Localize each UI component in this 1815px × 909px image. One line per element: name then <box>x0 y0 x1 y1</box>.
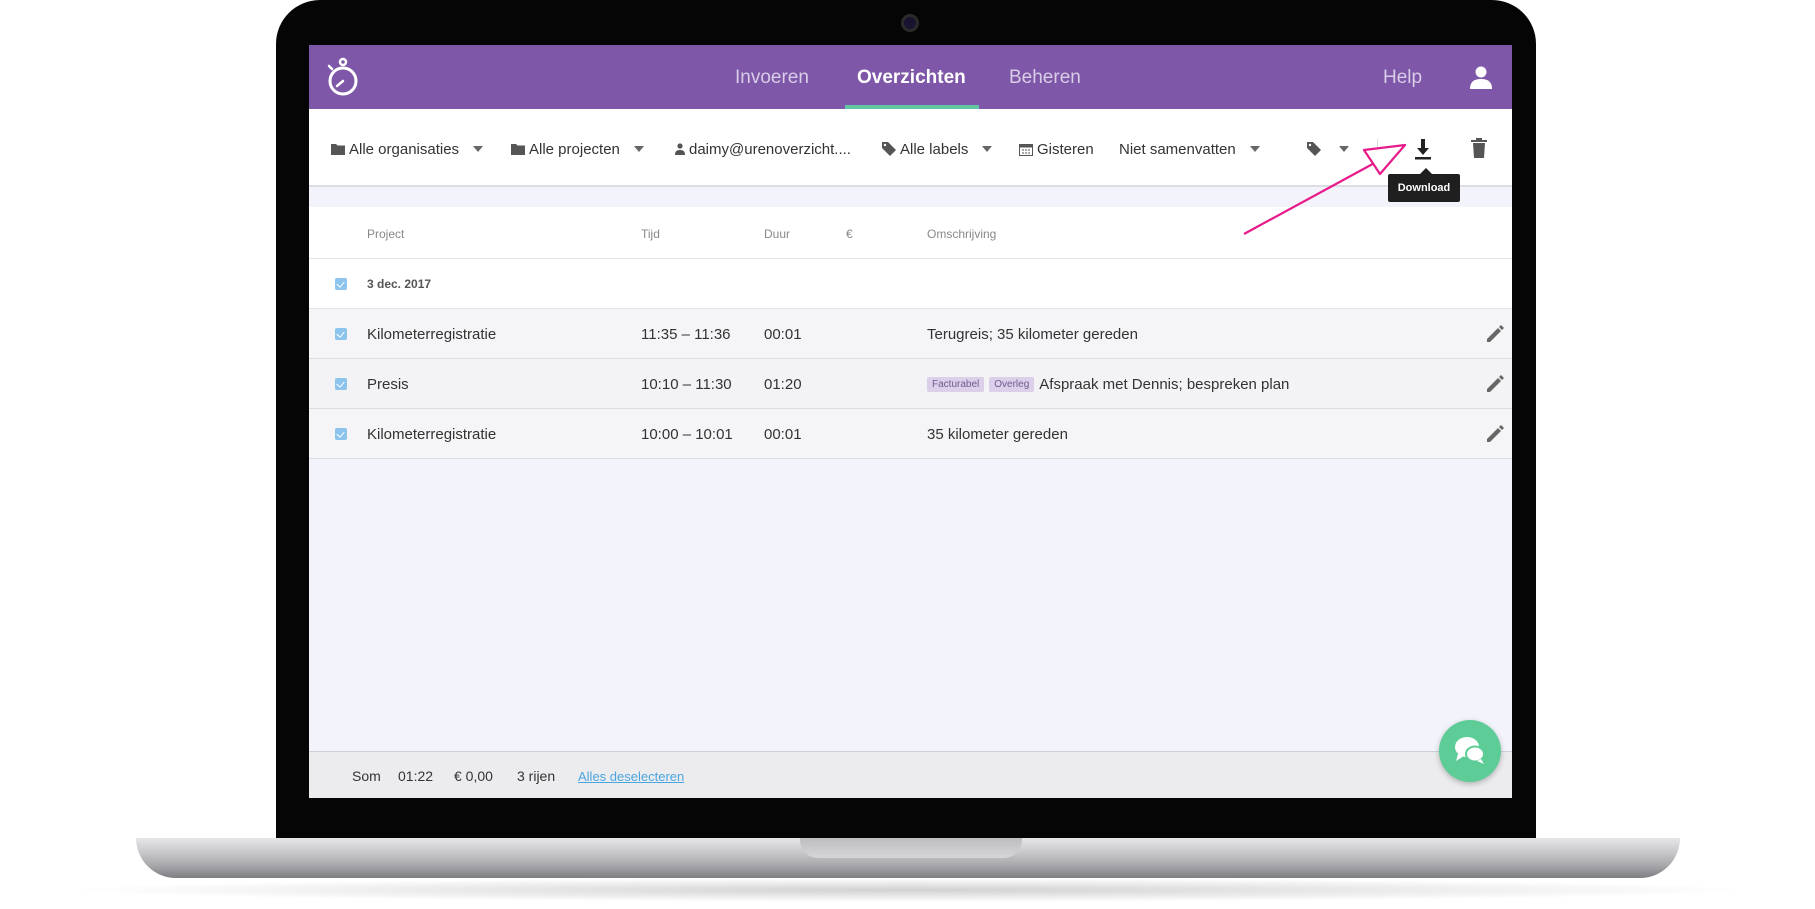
tab-beheren[interactable]: Beheren <box>1009 45 1081 109</box>
project-filter-label: Alle projecten <box>529 140 620 158</box>
summarize-select[interactable]: Niet samenvatten <box>1119 140 1260 158</box>
stopwatch-icon[interactable] <box>325 55 361 99</box>
help-link[interactable]: Help <box>1383 45 1422 109</box>
column-header-description[interactable]: Omschrijving <box>927 227 996 241</box>
annotation-arrow <box>1243 143 1407 235</box>
row-duration: 01:20 <box>764 376 802 393</box>
table-row[interactable]: Kilometerregistratie 11:35 – 11:36 00:01… <box>309 309 1512 359</box>
calendar-icon <box>1019 143 1033 156</box>
chat-button[interactable] <box>1439 720 1501 782</box>
date-filter[interactable]: Gisteren <box>1019 140 1094 158</box>
column-header-time[interactable]: Tijd <box>641 227 660 241</box>
summarize-label: Niet samenvatten <box>1119 140 1236 158</box>
user-icon <box>675 143 685 155</box>
date-group-row: 3 dec. 2017 <box>309 259 1512 309</box>
camera <box>901 14 919 32</box>
time-entries-table: Project Tijd Duur € Omschrijving 3 dec. … <box>309 207 1512 459</box>
summary-footer: Som 01:22 € 0,00 3 rijen Alles deselecte… <box>309 751 1512 798</box>
column-header-euro[interactable]: € <box>846 227 853 241</box>
pencil-icon[interactable] <box>1484 323 1506 345</box>
laptop-shadow <box>60 878 1760 902</box>
folder-icon <box>511 144 525 155</box>
row-description-cell: Facturabel Overleg Afspraak met Dennis; be… <box>927 376 1289 393</box>
total-amount: € 0,00 <box>454 768 493 784</box>
user-icon[interactable] <box>1469 65 1493 89</box>
pencil-icon[interactable] <box>1484 373 1506 395</box>
date-filter-label: Gisteren <box>1037 140 1094 158</box>
column-header-duration[interactable]: Duur <box>764 227 790 241</box>
tag-badge[interactable]: Overleg <box>989 377 1035 392</box>
deselect-all-link[interactable]: Alles deselecteren <box>578 769 684 784</box>
tag-badge[interactable]: Facturabel <box>927 377 985 392</box>
tab-overzichten[interactable]: Overzichten <box>857 45 966 109</box>
row-count: 3 rijen <box>517 768 556 784</box>
chat-icon <box>1455 737 1485 764</box>
row-description: Terugreis; 35 kilometer gereden <box>927 326 1138 343</box>
label-filter[interactable]: Alle labels <box>882 140 993 158</box>
chevron-down-icon <box>982 146 993 152</box>
organisation-filter[interactable]: Alle organisaties <box>331 140 484 158</box>
row-duration: 00:01 <box>764 426 802 443</box>
table-row[interactable]: Kilometerregistratie 10:00 – 10:01 00:01… <box>309 409 1512 459</box>
row-checkbox[interactable] <box>335 428 347 440</box>
folder-icon <box>331 144 345 155</box>
row-project: Presis <box>367 376 409 393</box>
row-description: Afspraak met Dennis; bespreken plan <box>1039 376 1290 393</box>
group-checkbox[interactable] <box>335 278 347 290</box>
tag-icon <box>882 142 896 156</box>
pencil-icon[interactable] <box>1484 423 1506 445</box>
organisation-filter-label: Alle organisaties <box>349 140 460 158</box>
row-checkbox[interactable] <box>335 378 347 390</box>
user-filter-label: daimy@urenoverzicht.... <box>689 140 851 158</box>
chevron-down-icon <box>633 146 644 152</box>
row-time: 10:00 – 10:01 <box>641 426 733 443</box>
row-duration: 00:01 <box>764 326 802 343</box>
label-filter-label: Alle labels <box>900 140 969 158</box>
chevron-down-icon <box>473 146 484 152</box>
total-duration: 01:22 <box>398 768 434 784</box>
table-row[interactable]: Presis 10:10 – 11:30 01:20 Facturabel Ove… <box>309 359 1512 409</box>
row-project: Kilometerregistratie <box>367 326 497 343</box>
project-filter[interactable]: Alle projecten <box>511 140 644 158</box>
column-header-project[interactable]: Project <box>367 227 404 241</box>
user-filter[interactable]: daimy@urenoverzicht.... <box>675 140 851 158</box>
row-time: 11:35 – 11:36 <box>641 326 731 343</box>
laptop-notch <box>800 838 1022 858</box>
sum-label: Som <box>352 768 381 784</box>
row-checkbox[interactable] <box>335 328 347 340</box>
date-group-label: 3 dec. 2017 <box>367 277 432 291</box>
row-description: 35 kilometer gereden <box>927 426 1068 443</box>
top-navigation-bar: Invoeren Overzichten Beheren Help <box>309 45 1512 109</box>
row-project: Kilometerregistratie <box>367 426 497 443</box>
tab-invoeren[interactable]: Invoeren <box>735 45 809 109</box>
trash-icon[interactable] <box>1470 137 1488 159</box>
row-time: 10:10 – 11:30 <box>641 376 732 393</box>
